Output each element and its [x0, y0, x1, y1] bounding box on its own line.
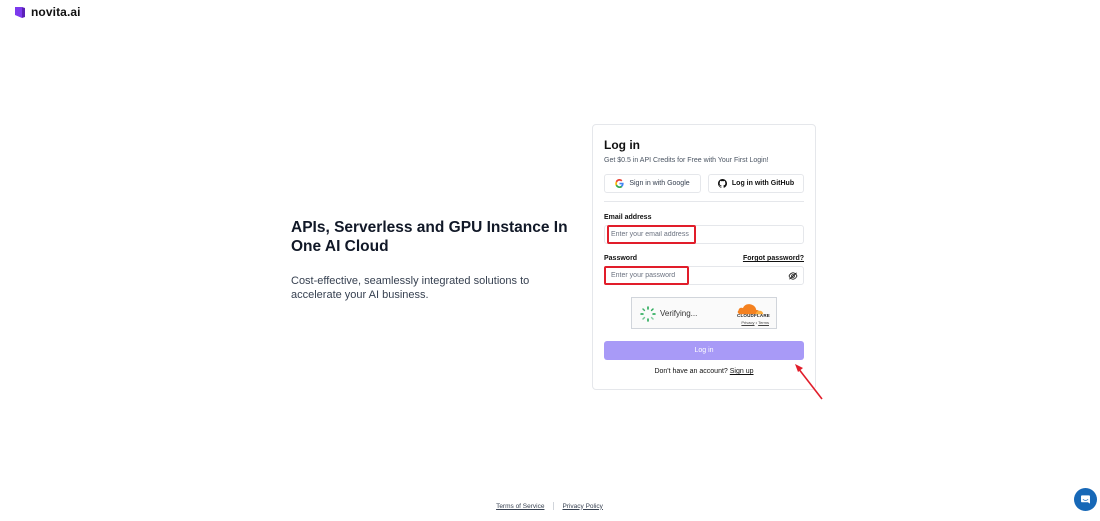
- hero-subtitle: Cost-effective, seamlessly integrated so…: [291, 275, 530, 301]
- signup-row: Don't have an account? Sign up: [593, 368, 815, 375]
- privacy-policy-link[interactable]: Privacy Policy: [562, 503, 602, 510]
- captcha-status: Verifying...: [660, 309, 698, 318]
- email-input[interactable]: [605, 226, 803, 243]
- login-subtitle: Get $0.5 in API Credits for Free with Yo…: [604, 157, 769, 164]
- captcha-privacy-link[interactable]: Privacy: [741, 320, 754, 325]
- login-submit-button[interactable]: Log in: [604, 341, 804, 360]
- github-icon: [717, 179, 727, 188]
- password-input[interactable]: [605, 267, 803, 284]
- novita-logo-icon: [15, 6, 25, 18]
- email-field-wrapper: [604, 225, 804, 244]
- footer-divider: [553, 502, 555, 510]
- email-label: Email address: [604, 214, 652, 221]
- signup-link[interactable]: Sign up: [730, 368, 754, 375]
- footer: Terms of Service Privacy Policy: [0, 502, 1100, 510]
- google-signin-button[interactable]: Sign in with Google: [604, 174, 701, 193]
- password-label: Password: [604, 255, 638, 262]
- captcha-terms-link[interactable]: Terms: [758, 320, 769, 325]
- captcha-link-separator: •: [755, 320, 758, 325]
- eye-off-icon[interactable]: [788, 272, 798, 280]
- google-signin-label: Sign in with Google: [629, 180, 690, 187]
- hero-title: APIs, Serverless and GPU Instance In One…: [291, 219, 568, 255]
- forgot-password-link[interactable]: Forgot password?: [743, 255, 804, 262]
- brand-logo[interactable]: novita.ai: [14, 5, 81, 19]
- terms-of-service-link[interactable]: Terms of Service: [496, 503, 544, 510]
- login-title: Log in: [604, 138, 640, 152]
- spinner-icon: [640, 306, 656, 322]
- brand-name: novita.ai: [31, 5, 81, 19]
- no-account-text: Don't have an account?: [654, 368, 728, 375]
- chat-widget-button[interactable]: [1074, 488, 1097, 511]
- google-icon: [615, 179, 624, 188]
- captcha-links: Privacy • Terms: [741, 320, 769, 325]
- password-field-wrapper: [604, 266, 804, 285]
- login-card: Log in Get $0.5 in API Credits for Free …: [592, 124, 816, 390]
- chat-bubble-icon: [1081, 495, 1090, 504]
- cloudflare-captcha[interactable]: Verifying... CLOUDFLARE Privacy • Terms: [631, 297, 777, 329]
- github-login-button[interactable]: Log in with GitHub: [708, 174, 804, 193]
- annotation-arrow-icon: [795, 364, 823, 400]
- hero-section: APIs, Serverless and GPU Instance In One…: [291, 218, 581, 302]
- captcha-provider: CLOUDFLARE: [737, 313, 770, 318]
- divider: [604, 201, 804, 202]
- github-login-label: Log in with GitHub: [731, 180, 795, 187]
